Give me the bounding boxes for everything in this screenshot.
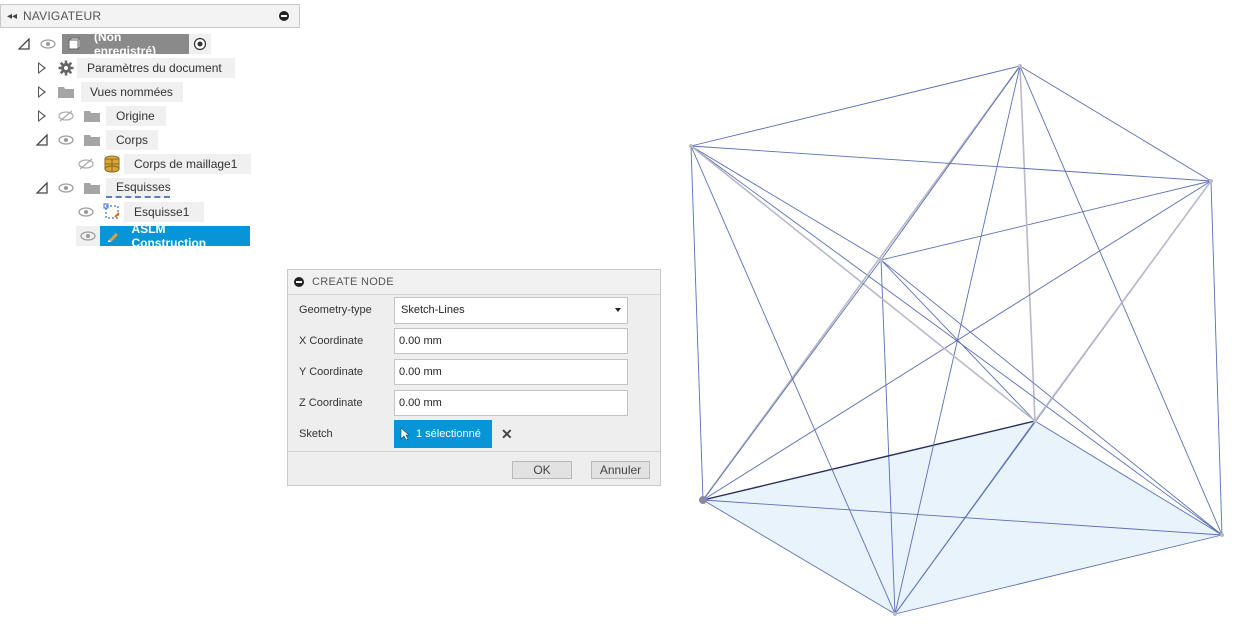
viewport-canvas[interactable] [0,0,1246,624]
